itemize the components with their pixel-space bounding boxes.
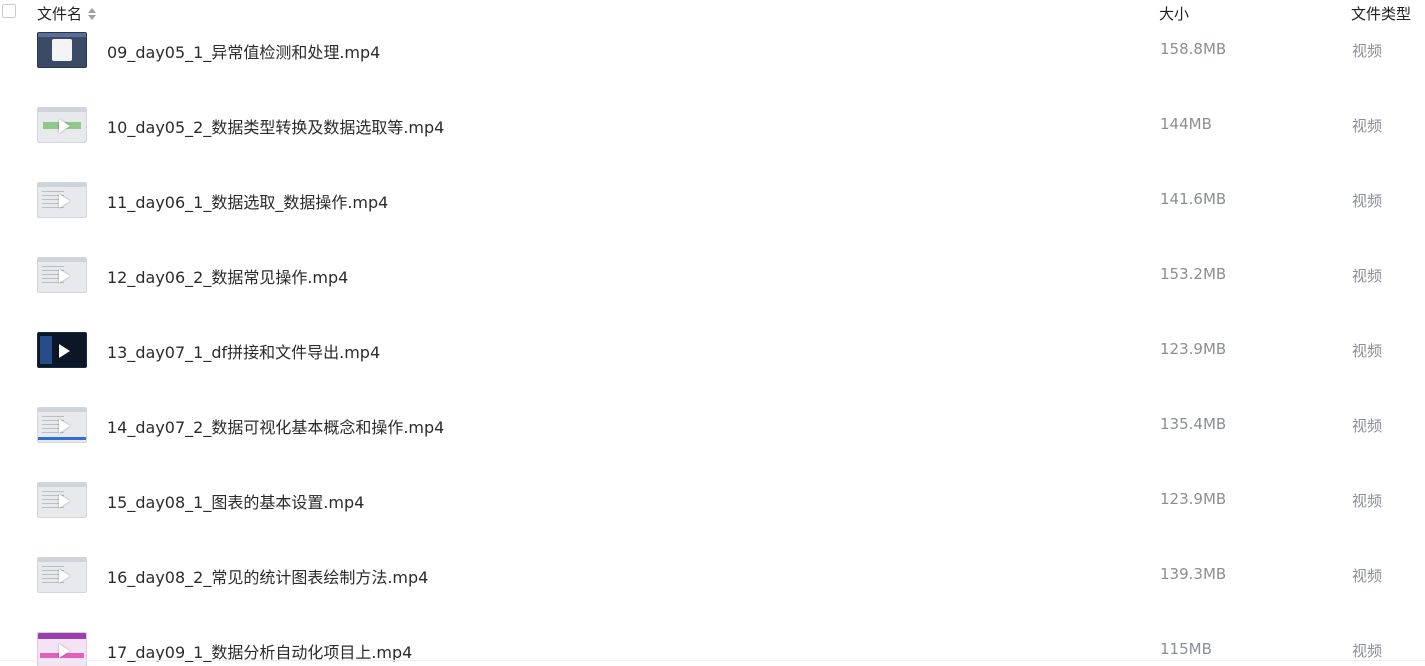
- play-icon: [59, 269, 70, 283]
- video-thumbnail[interactable]: [37, 32, 87, 68]
- video-thumbnail[interactable]: [37, 407, 87, 443]
- file-size: 115MB: [1160, 640, 1212, 658]
- file-name[interactable]: 12_day06_2_数据常见操作.mp4: [107, 264, 348, 288]
- file-type: 视频: [1352, 42, 1383, 60]
- video-thumbnail[interactable]: [37, 332, 87, 368]
- file-row[interactable]: 17_day09_1_数据分析自动化项目上.mp4 115MB 视频: [0, 612, 1425, 666]
- file-list-header: 文件名 大小 文件类型: [0, 0, 1425, 26]
- file-size: 139.3MB: [1160, 565, 1227, 583]
- file-type: 视频: [1352, 567, 1383, 585]
- file-name[interactable]: 14_day07_2_数据可视化基本概念和操作.mp4: [107, 414, 444, 438]
- play-icon: [59, 194, 70, 208]
- play-icon: [59, 344, 70, 358]
- play-icon: [59, 494, 70, 508]
- play-icon: [59, 569, 70, 583]
- video-thumbnail[interactable]: [37, 182, 87, 218]
- file-row[interactable]: 12_day06_2_数据常见操作.mp4 153.2MB 视频: [0, 237, 1425, 312]
- video-thumbnail[interactable]: [37, 257, 87, 293]
- video-thumbnail[interactable]: [37, 482, 87, 518]
- file-name[interactable]: 13_day07_1_df拼接和文件导出.mp4: [107, 339, 380, 363]
- file-size: 141.6MB: [1160, 190, 1227, 208]
- file-size: 123.9MB: [1160, 340, 1227, 358]
- column-header-size[interactable]: 大小: [1159, 3, 1189, 24]
- file-row[interactable]: 11_day06_1_数据选取_数据操作.mp4 141.6MB 视频: [0, 162, 1425, 237]
- column-header-name[interactable]: 文件名: [37, 3, 97, 24]
- file-row[interactable]: 13_day07_1_df拼接和文件导出.mp4 123.9MB 视频: [0, 312, 1425, 387]
- file-size: 153.2MB: [1160, 265, 1227, 283]
- sort-icon[interactable]: [88, 7, 97, 21]
- file-name[interactable]: 15_day08_1_图表的基本设置.mp4: [107, 489, 364, 513]
- video-thumbnail[interactable]: [37, 557, 87, 593]
- video-thumbnail[interactable]: [37, 107, 87, 143]
- play-icon: [59, 119, 70, 133]
- file-name[interactable]: 11_day06_1_数据选取_数据操作.mp4: [107, 189, 388, 213]
- file-type: 视频: [1352, 267, 1383, 285]
- file-name[interactable]: 09_day05_1_异常值检测和处理.mp4: [107, 39, 380, 63]
- file-list-view: 文件名 大小 文件类型 09_day05_1_异常值检测和处理.mp4 158.8…: [0, 0, 1425, 666]
- file-size: 123.9MB: [1160, 490, 1227, 508]
- file-row[interactable]: 14_day07_2_数据可视化基本概念和操作.mp4 135.4MB 视频: [0, 387, 1425, 462]
- file-row[interactable]: 15_day08_1_图表的基本设置.mp4 123.9MB 视频: [0, 462, 1425, 537]
- file-type: 视频: [1352, 342, 1383, 360]
- file-type: 视频: [1352, 417, 1383, 435]
- file-row[interactable]: 10_day05_2_数据类型转换及数据选取等.mp4 144MB 视频: [0, 87, 1425, 162]
- file-type: 视频: [1352, 492, 1383, 510]
- file-type: 视频: [1352, 192, 1383, 210]
- file-name[interactable]: 10_day05_2_数据类型转换及数据选取等.mp4: [107, 114, 444, 138]
- select-all-checkbox[interactable]: [2, 4, 16, 18]
- file-row[interactable]: 16_day08_2_常见的统计图表绘制方法.mp4 139.3MB 视频: [0, 537, 1425, 612]
- column-header-name-label: 文件名: [37, 5, 83, 23]
- column-header-type[interactable]: 文件类型: [1351, 3, 1411, 24]
- file-size: 144MB: [1160, 115, 1212, 133]
- file-name[interactable]: 16_day08_2_常见的统计图表绘制方法.mp4: [107, 564, 428, 588]
- file-size: 158.8MB: [1160, 40, 1227, 58]
- file-type: 视频: [1352, 117, 1383, 135]
- play-icon: [59, 419, 70, 433]
- file-type: 视频: [1352, 642, 1383, 660]
- play-icon: [59, 644, 70, 658]
- list-bottom-divider: [0, 660, 1425, 661]
- file-size: 135.4MB: [1160, 415, 1227, 433]
